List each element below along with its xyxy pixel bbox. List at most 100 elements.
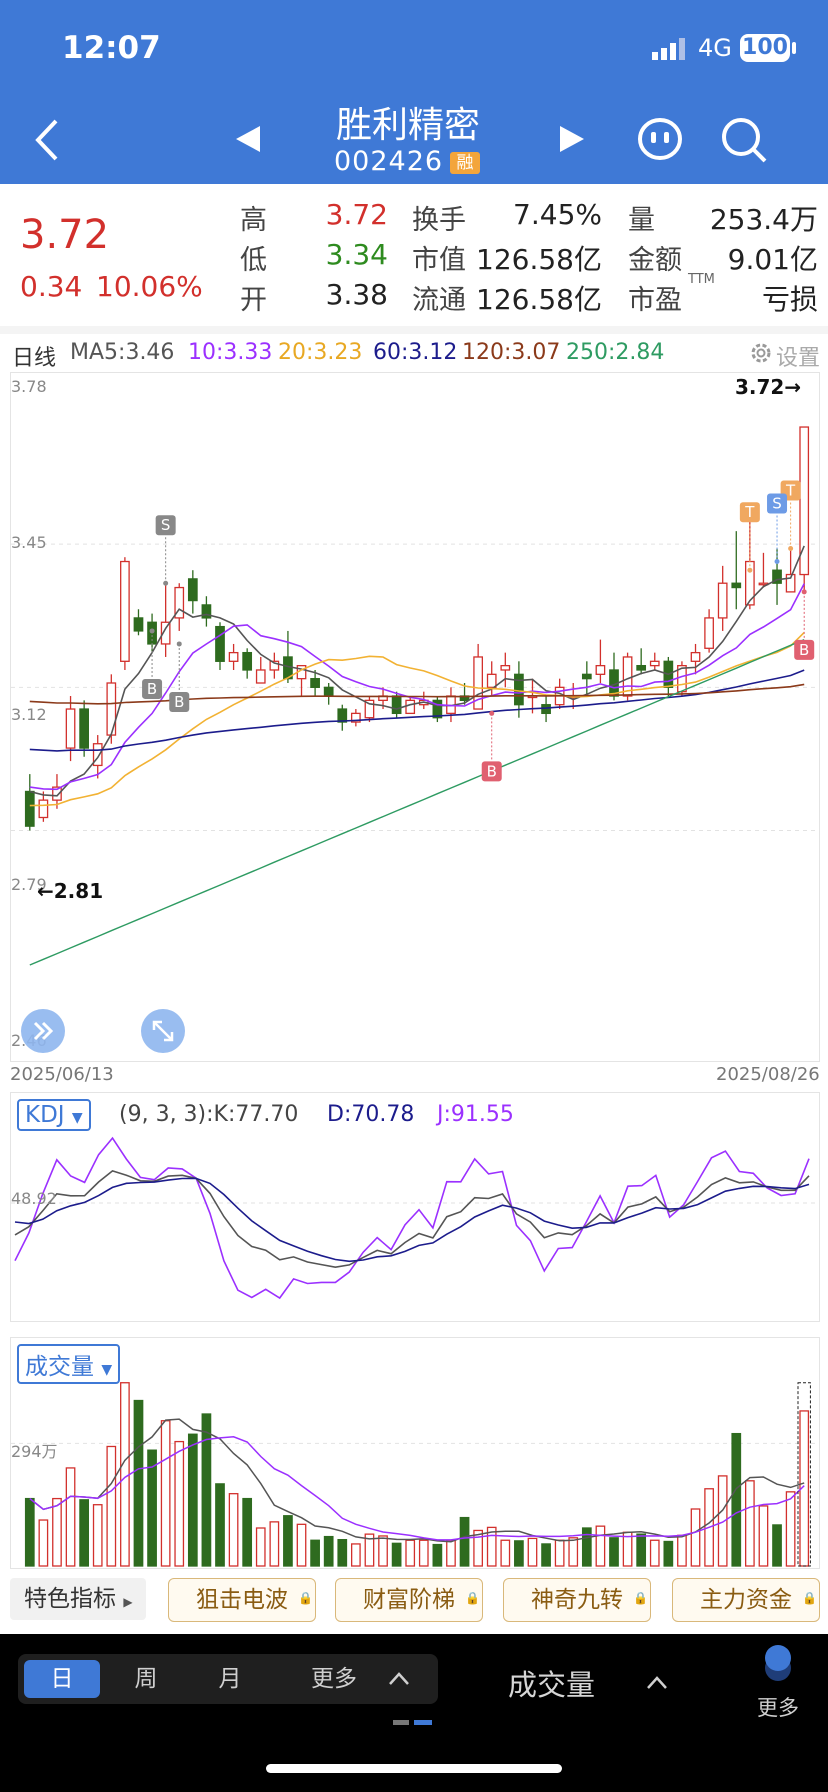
open-label: 开	[240, 285, 267, 316]
candle-body	[65, 708, 76, 749]
volume-bar	[65, 1467, 76, 1567]
candle-body	[24, 790, 35, 827]
volume-selector-label: 成交量	[25, 1354, 94, 1380]
volume-bar	[133, 1399, 144, 1567]
next-stock-icon[interactable]	[560, 126, 584, 152]
special-indicators-button[interactable]: 特色指标 ▶	[10, 1578, 146, 1620]
y-tick: 3.12	[11, 705, 47, 724]
settings-button[interactable]: 设置	[776, 340, 820, 372]
back-icon[interactable]	[32, 115, 62, 165]
indicator-button[interactable]: 狙击电波 🔒	[168, 1578, 316, 1622]
more-icon[interactable]	[762, 1642, 794, 1684]
signal-dot	[149, 628, 155, 634]
expand-left-button[interactable]	[21, 1009, 65, 1053]
volume-bar	[120, 1382, 130, 1567]
ma5-line	[29, 545, 805, 797]
home-indicator	[266, 1764, 562, 1773]
volume-svg	[11, 1382, 819, 1567]
kdj-selector[interactable]: KDJ ▼	[17, 1099, 91, 1131]
quote-panel: 3.72 0.34 10.06% 高 3.72 低 3.34 开 3.38 换手…	[0, 184, 828, 327]
pe-value: 亏损	[761, 283, 818, 316]
period-day-tab[interactable]: 日	[24, 1660, 100, 1698]
volume-bar	[310, 1539, 320, 1567]
candle-body	[595, 664, 606, 675]
kdj-svg	[11, 1136, 819, 1300]
high-value: 3.72	[325, 198, 388, 231]
indicator-button[interactable]: 财富阶梯 🔒	[335, 1578, 483, 1622]
indicator-label: 主力资金	[700, 1587, 792, 1613]
prev-stock-icon[interactable]	[236, 126, 260, 152]
volume-bar	[772, 1524, 782, 1567]
float-value: 126.58亿	[476, 283, 602, 316]
volume-bar	[283, 1515, 293, 1567]
ma120-value: 120:3.07	[462, 340, 561, 365]
amount-label: 金额	[628, 245, 682, 276]
margin-badge: 融	[450, 152, 480, 174]
volume-panel[interactable]: 成交量 ▼ 294万	[10, 1337, 820, 1569]
volume-bar	[432, 1543, 443, 1567]
pe-ttm-label: TTM	[688, 272, 715, 287]
volume-bar	[351, 1543, 361, 1567]
indicator-button[interactable]: 神奇九转 🔒	[503, 1578, 651, 1622]
signal-dot	[801, 589, 807, 595]
ma10-value: 10:3.33	[188, 340, 273, 365]
indicator-label: 财富阶梯	[363, 1587, 455, 1613]
volume-bar	[337, 1538, 348, 1567]
indicator-label: 神奇九转	[531, 1587, 623, 1613]
signal-marker-text: B	[799, 641, 809, 659]
volume-bar	[609, 1537, 619, 1567]
volume-bar	[663, 1540, 674, 1567]
candle-body	[106, 682, 117, 736]
indicator-label: 狙击电波	[196, 1587, 288, 1613]
ma250-value: 250:2.84	[566, 340, 665, 365]
chevron-up-icon[interactable]	[388, 1670, 410, 1686]
last-price: 3.72	[20, 212, 110, 258]
search-icon[interactable]	[720, 116, 768, 164]
kdj-d-line	[14, 1177, 810, 1263]
candle-body	[133, 617, 144, 632]
signal-marker-text: S	[161, 516, 171, 534]
volume-bar	[418, 1539, 429, 1567]
top-header: 12:07 4G 100 胜利精密 002426 融	[0, 0, 828, 184]
volume-selector[interactable]: 成交量 ▼	[17, 1344, 121, 1384]
fullscreen-button[interactable]	[141, 1009, 185, 1053]
lock-icon: 🔒	[802, 1591, 817, 1605]
high-annotation: 3.72→	[735, 375, 802, 399]
candle-body	[120, 560, 130, 662]
period-month-tab[interactable]: 月	[192, 1660, 268, 1698]
high-label: 高	[240, 205, 267, 236]
low-value: 3.34	[325, 238, 388, 271]
signal-marker-text: B	[147, 680, 157, 698]
chat-icon[interactable]	[636, 116, 684, 162]
stock-name: 胜利精密	[335, 105, 480, 146]
period-more-tab[interactable]: 更多	[300, 1660, 368, 1698]
y-tick: 3.78	[11, 377, 47, 396]
signal-dot	[489, 710, 495, 716]
volume-bar	[255, 1527, 266, 1567]
volume-bar	[174, 1440, 185, 1567]
volume-indicator-select[interactable]: 成交量	[508, 1662, 595, 1704]
low-label: 低	[240, 245, 267, 276]
candle-body	[255, 669, 266, 684]
kline-chart[interactable]: BBSBTBTS 3.78 3.45 3.12 2.79 2.46 3.72→ …	[10, 372, 820, 1062]
stock-code: 002426	[334, 146, 444, 177]
signal-dot	[774, 559, 780, 565]
chevron-up-icon[interactable]	[646, 1674, 668, 1690]
volume-bar	[52, 1497, 62, 1567]
more-button[interactable]: 更多	[757, 1692, 799, 1722]
kdj-panel[interactable]: KDJ ▼ (9, 3, 3):K:77.70 D:70.78 J:91.55 …	[10, 1092, 820, 1322]
kdj-j-line	[14, 1136, 810, 1300]
candle-body	[731, 582, 742, 589]
gear-icon[interactable]	[748, 340, 774, 366]
volume-bar	[636, 1533, 647, 1567]
volume-bar	[24, 1497, 35, 1567]
kdj-d-label: D:70.78	[327, 1102, 415, 1127]
volume-bar	[323, 1535, 334, 1567]
volume-value: 253.4万	[709, 203, 818, 236]
signal-marker-text: T	[744, 503, 755, 521]
period-week-tab[interactable]: 周	[108, 1660, 184, 1698]
end-date: 2025/08/26	[716, 1064, 820, 1085]
candle-body	[242, 651, 253, 671]
candle-body	[717, 582, 728, 619]
indicator-button[interactable]: 主力资金 🔒	[672, 1578, 820, 1622]
